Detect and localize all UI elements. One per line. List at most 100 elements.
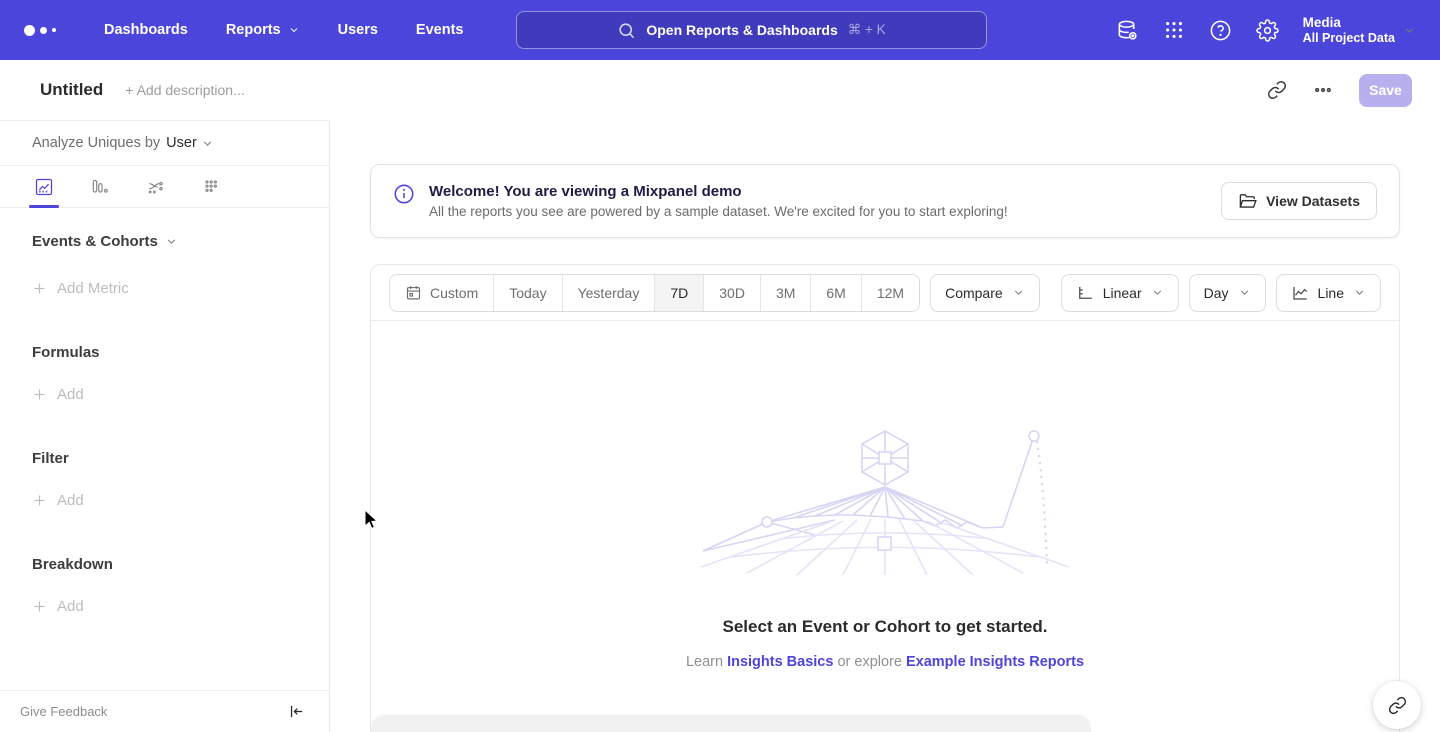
flow-chart-icon (146, 177, 166, 197)
add-formula-button[interactable]: Add (32, 386, 329, 403)
chevron-down-icon (1403, 24, 1416, 37)
empty-state: Select an Event or Cohort to get started… (371, 321, 1399, 670)
chevron-down-icon (201, 137, 214, 150)
add-filter-label: Add (57, 492, 84, 509)
section-filter: Filter Add (0, 450, 329, 509)
range-yesterday[interactable]: Yesterday (562, 275, 655, 311)
range-12m[interactable]: 12M (861, 275, 919, 311)
link-icon (1388, 696, 1407, 715)
tab-bar-chart[interactable] (86, 166, 114, 208)
compare-label: Compare (945, 285, 1003, 301)
granularity-button[interactable]: Day (1189, 274, 1266, 312)
section-events-cohorts: Events & Cohorts Add Metric (0, 233, 329, 297)
chevron-down-icon (165, 235, 178, 248)
project-name: Media (1303, 14, 1395, 31)
settings-icon[interactable] (1256, 19, 1279, 42)
line-chart-icon (1291, 284, 1309, 302)
section-formulas: Formulas Add (0, 344, 329, 403)
more-options-icon[interactable] (1313, 80, 1333, 100)
analyze-selector-value: User (166, 135, 197, 151)
save-button[interactable]: Save (1359, 74, 1412, 107)
empty-state-hint: Learn Insights Basics or explore Example… (371, 654, 1399, 670)
bottom-panel-peek[interactable] (371, 715, 1091, 732)
scale-button[interactable]: Linear (1061, 274, 1179, 312)
report-description-placeholder[interactable]: + Add description... (125, 82, 244, 98)
banner-title: Welcome! You are viewing a Mixpanel demo (429, 183, 1008, 200)
query-builder-sidebar: Analyze Uniques by User Events & Cohorts… (0, 120, 330, 732)
range-custom-label: Custom (430, 285, 478, 301)
section-breakdown: Breakdown Add (0, 556, 329, 615)
analyze-selector[interactable]: User (166, 135, 214, 151)
nav-reports[interactable]: Reports (226, 22, 300, 38)
info-icon (393, 183, 415, 205)
filter-title: Filter (32, 450, 69, 467)
add-filter-button[interactable]: Add (32, 492, 329, 509)
share-link-button[interactable] (1373, 681, 1421, 729)
empty-state-title: Select an Event or Cohort to get started… (371, 617, 1399, 637)
bar-chart-icon (90, 177, 110, 197)
range-3m[interactable]: 3M (760, 275, 810, 311)
tab-line-chart[interactable] (30, 166, 58, 208)
calendar-icon (405, 284, 422, 301)
welcome-banner: Welcome! You are viewing a Mixpanel demo… (370, 164, 1400, 238)
tab-flow-chart[interactable] (142, 166, 170, 208)
range-7d[interactable]: 7D (654, 275, 703, 311)
main-content: Welcome! You are viewing a Mixpanel demo… (330, 120, 1440, 732)
report-header: Untitled + Add description... Save (0, 60, 1440, 120)
linear-axis-icon (1076, 284, 1094, 302)
hint-middle: or explore (837, 654, 901, 670)
example-insights-reports-link[interactable]: Example Insights Reports (906, 654, 1084, 670)
range-6m[interactable]: 6M (810, 275, 860, 311)
top-navbar: Dashboards Reports Users Events Open Rep… (0, 0, 1440, 60)
copy-link-icon[interactable] (1267, 80, 1287, 100)
range-today[interactable]: Today (493, 275, 561, 311)
range-custom[interactable]: Custom (390, 275, 493, 311)
events-cohorts-header[interactable]: Events & Cohorts (32, 233, 329, 250)
range-3m-label: 3M (776, 285, 795, 301)
folder-icon (1238, 192, 1257, 211)
report-title[interactable]: Untitled (40, 80, 103, 100)
compare-button[interactable]: Compare (930, 274, 1040, 312)
chevron-down-icon (1012, 286, 1025, 299)
nav-users-label: Users (338, 22, 378, 38)
search-shortcut: ⌘ + K (848, 22, 886, 38)
range-12m-label: 12M (877, 285, 904, 301)
primary-nav: Dashboards Reports Users Events (104, 22, 463, 38)
granularity-label: Day (1204, 285, 1229, 301)
collapse-sidebar-icon[interactable] (288, 703, 305, 720)
chart-type-label: Line (1318, 285, 1344, 301)
project-selector[interactable]: Media All Project Data (1303, 14, 1416, 46)
chart-type-tabs (0, 166, 329, 208)
apps-grid-icon[interactable] (1163, 19, 1185, 41)
global-search-input[interactable]: Open Reports & Dashboards ⌘ + K (516, 11, 987, 49)
nav-dashboards-label: Dashboards (104, 22, 188, 38)
range-30d[interactable]: 30D (703, 275, 760, 311)
project-scope: All Project Data (1303, 31, 1395, 46)
chart-toolbar: Custom Today Yesterday 7D 30D 3M 6M 12M … (371, 265, 1399, 321)
nav-events-label: Events (416, 22, 464, 38)
help-icon[interactable] (1209, 19, 1232, 42)
add-breakdown-button[interactable]: Add (32, 598, 329, 615)
chevron-down-icon (1238, 286, 1251, 299)
nav-users[interactable]: Users (338, 22, 378, 38)
range-7d-label: 7D (670, 285, 688, 301)
plus-icon (32, 493, 47, 508)
tab-metric-grid[interactable] (198, 166, 226, 208)
nav-dashboards[interactable]: Dashboards (104, 22, 188, 38)
view-datasets-button[interactable]: View Datasets (1221, 182, 1377, 220)
add-metric-button[interactable]: Add Metric (32, 280, 329, 297)
breakdown-title: Breakdown (32, 556, 113, 573)
chart-type-button[interactable]: Line (1276, 274, 1381, 312)
date-range-control: Custom Today Yesterday 7D 30D 3M 6M 12M (389, 274, 920, 312)
give-feedback-link[interactable]: Give Feedback (20, 704, 107, 719)
insights-basics-link[interactable]: Insights Basics (727, 654, 833, 670)
navbar-right: Media All Project Data (1116, 0, 1416, 60)
add-metric-label: Add Metric (57, 280, 129, 297)
mixpanel-logo-icon[interactable] (24, 25, 64, 36)
range-yesterday-label: Yesterday (578, 285, 640, 301)
line-chart-icon (34, 177, 54, 197)
nav-reports-label: Reports (226, 22, 281, 38)
sidebar-footer: Give Feedback (0, 690, 329, 732)
data-management-icon[interactable] (1116, 19, 1139, 42)
nav-events[interactable]: Events (416, 22, 464, 38)
